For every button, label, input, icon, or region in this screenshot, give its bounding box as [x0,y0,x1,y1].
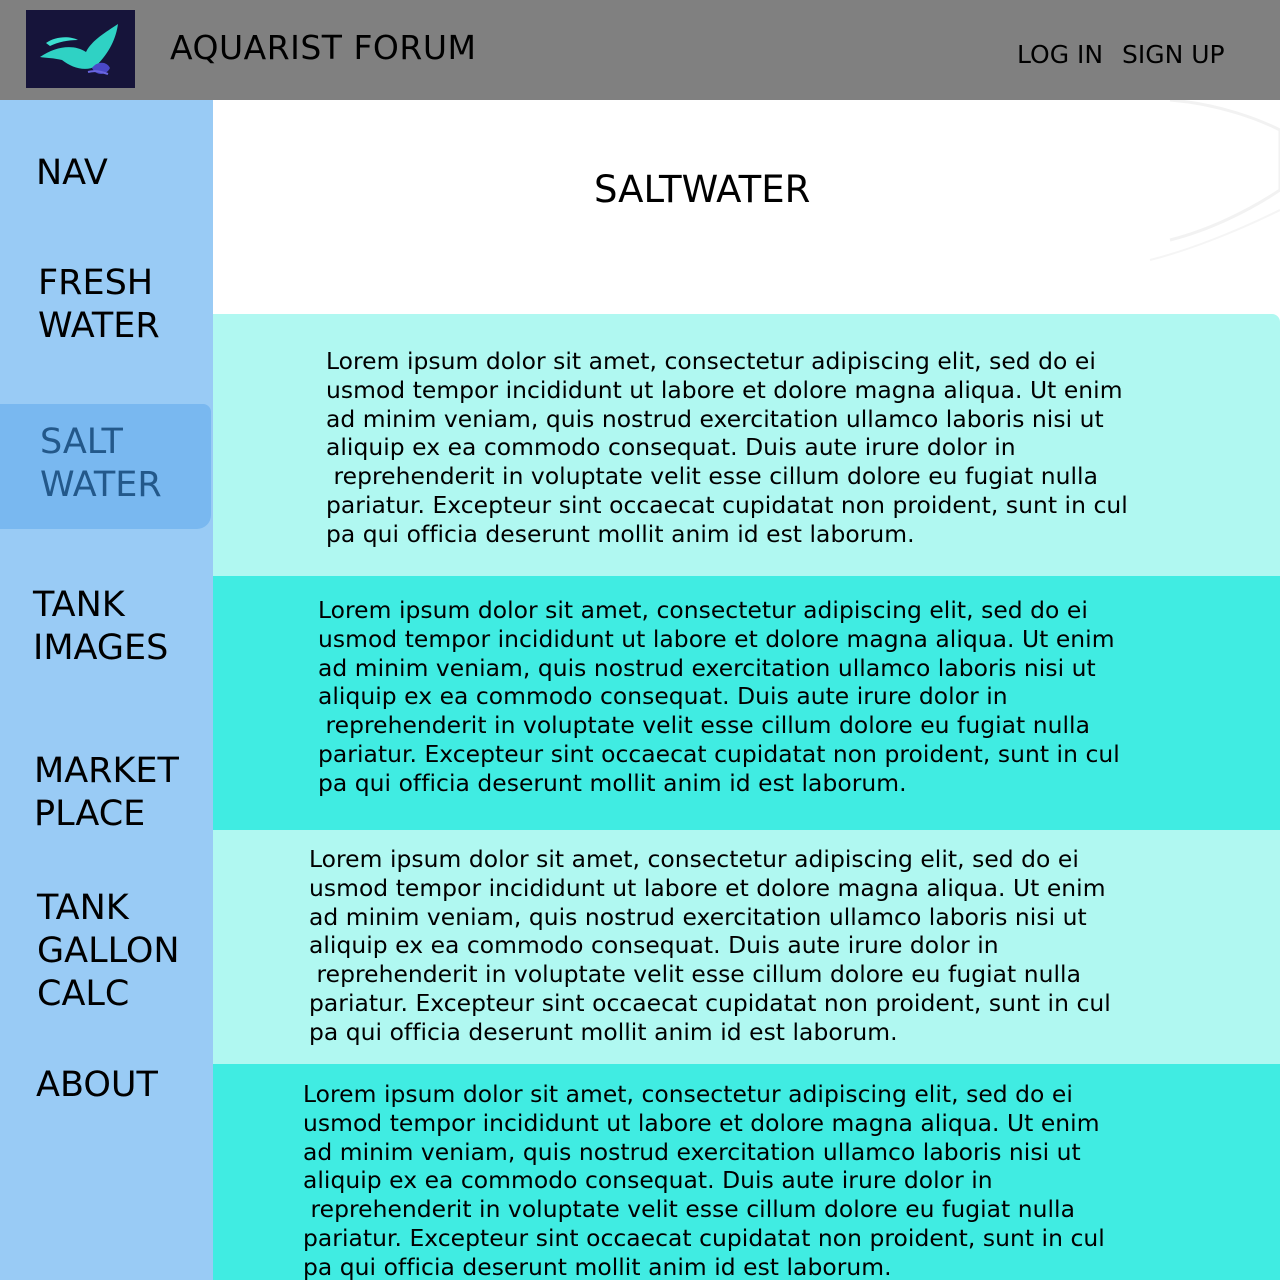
sidebar-item-label: TANK IMAGES [33,585,169,668]
login-link[interactable]: LOG IN [1017,38,1103,72]
sidebar-item-marketplace[interactable]: MARKET PLACE [34,750,179,836]
forum-post[interactable]: Lorem ipsum dolor sit amet, consectetur … [213,1064,1280,1281]
sidebar-item-label: MARKET PLACE [34,751,179,834]
forum-post[interactable]: Lorem ipsum dolor sit amet, consectetur … [213,576,1280,830]
signup-link[interactable]: SIGN UP [1122,38,1225,72]
forum-post[interactable]: Lorem ipsum dolor sit amet, consectetur … [213,314,1280,576]
manta-ray-icon[interactable] [26,10,135,88]
page-title: SALTWATER [594,168,811,211]
site-title: AQUARIST FORUM [170,28,477,67]
sidebar-item-freshwater[interactable]: FRESH WATER [38,262,160,348]
sidebar-title: NAV [36,153,108,193]
forum-post[interactable]: Lorem ipsum dolor sit amet, consectetur … [213,830,1280,1064]
sidebar-item-label: ABOUT [36,1065,158,1105]
sidebar-item-label: FRESH WATER [38,263,160,346]
sidebar-item-tank-gallon-calc[interactable]: TANK GALLON CALC [37,887,180,1016]
sidebar-item-label: TANK GALLON CALC [37,888,180,1014]
top-header: AQUARIST FORUM LOG IN SIGN UP [0,0,1280,100]
post-body: Lorem ipsum dolor sit amet, consectetur … [309,845,1111,1046]
sidebar-item-saltwater[interactable]: SALT WATER [40,421,162,507]
post-body: Lorem ipsum dolor sit amet, consectetur … [303,1080,1105,1281]
post-body: Lorem ipsum dolor sit amet, consectetur … [318,596,1120,797]
sidebar-item-about[interactable]: ABOUT [36,1064,158,1107]
post-body: Lorem ipsum dolor sit amet, consectetur … [326,347,1128,548]
sidebar-item-label: SALT WATER [40,422,162,505]
decorative-swoosh [1149,100,1280,261]
sidebar-item-tank-images[interactable]: TANK IMAGES [33,584,168,670]
